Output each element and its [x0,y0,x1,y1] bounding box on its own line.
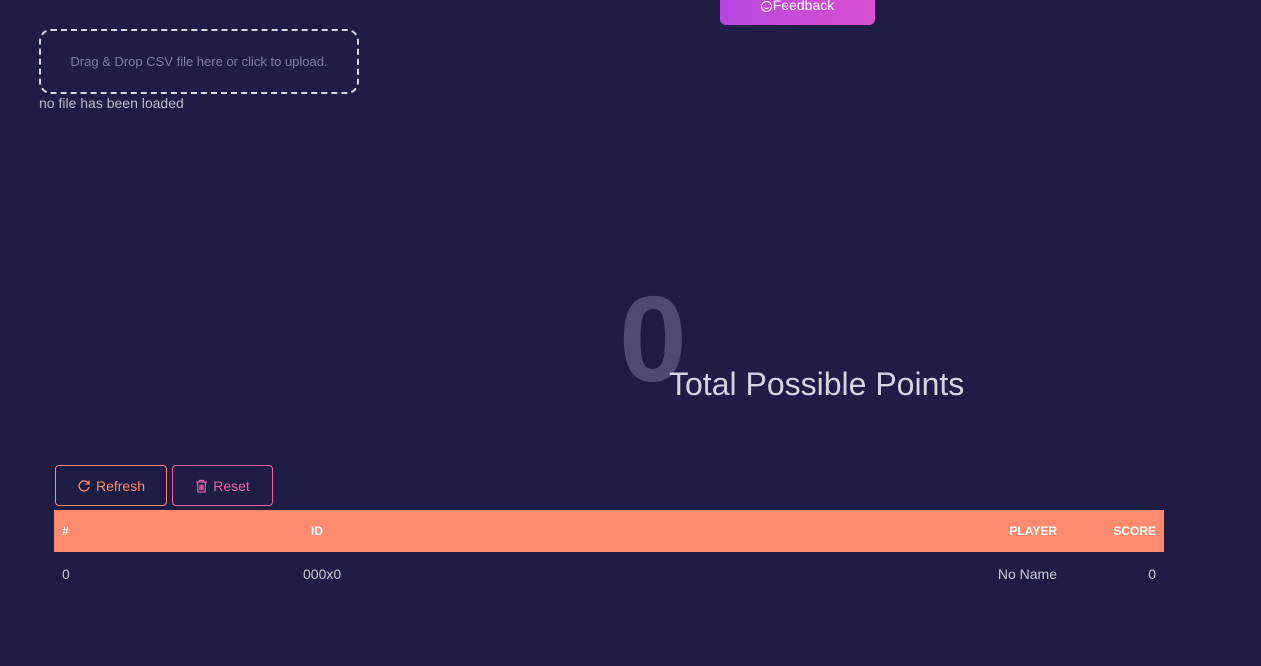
total-points-label: Total Possible Points [669,366,965,402]
reset-label: Reset [213,477,250,494]
refresh-button[interactable]: Refresh [55,465,167,506]
score-table: # ID PLAYER SCORE 0 000x0 No Name 0 [54,510,1164,595]
refresh-label: Refresh [95,477,146,494]
header-num[interactable]: # [54,510,130,552]
header-id[interactable]: ID [130,510,719,552]
upload-prompt: Drag & Drop CSV file here or click to up… [70,54,328,69]
cell-score: 0 [1148,565,1156,582]
table-header-row: # ID PLAYER SCORE [54,510,1164,552]
header-player[interactable]: PLAYER [719,510,1065,552]
refresh-icon [77,479,91,493]
trash-icon [195,479,208,493]
cell-id: 000x0 [303,565,342,582]
table-row: 0 000x0 No Name 0 [54,552,1164,595]
csv-upload-dropzone[interactable]: Drag & Drop CSV file here or click to up… [39,29,359,94]
header-score[interactable]: SCORE [1065,510,1164,552]
file-status-text: no file has been loaded [39,95,184,111]
feedback-label: Feedback [772,0,835,13]
smile-icon [760,1,772,12]
cell-player: No Name [997,565,1057,582]
cell-num: 0 [62,565,70,582]
reset-button[interactable]: Reset [172,465,273,506]
feedback-button[interactable]: Feedback [720,0,875,25]
